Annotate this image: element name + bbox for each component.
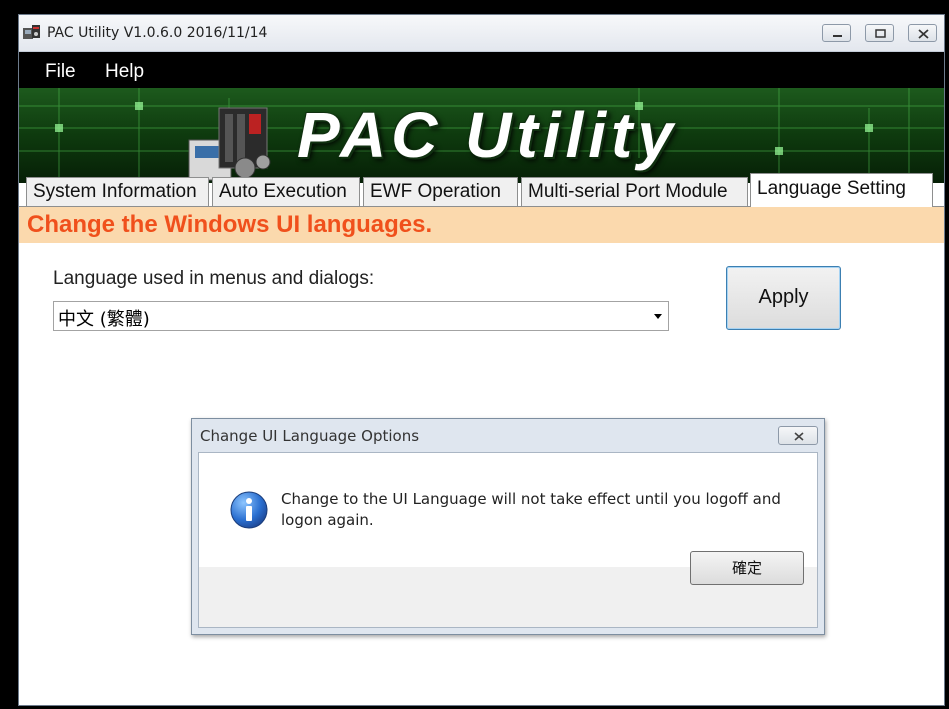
menu-file[interactable]: File [45, 61, 76, 83]
minimize-icon [833, 35, 842, 37]
close-icon [794, 432, 804, 441]
tab-multi-serial-port-module[interactable]: Multi-serial Port Module [521, 177, 748, 207]
tab-strip: System Information Auto Execution EWF Op… [19, 173, 944, 207]
language-label: Language used in menus and dialogs: [53, 268, 375, 289]
language-select-value: 中文 (繁體) [58, 309, 150, 330]
dialog-ok-button[interactable]: 確定 [690, 551, 804, 585]
dialog-title: Change UI Language Options [200, 427, 420, 445]
menu-help[interactable]: Help [105, 61, 144, 83]
tab-language-setting[interactable]: Language Setting [750, 173, 933, 207]
dialog-content: Change to the UI Language will not take … [199, 453, 817, 567]
close-button[interactable] [908, 24, 937, 42]
tab-system-information[interactable]: System Information [26, 177, 209, 207]
tab-auto-execution[interactable]: Auto Execution [212, 177, 360, 207]
change-ui-language-dialog: Change UI Language Options Change to the… [191, 418, 825, 635]
dialog-close-button[interactable] [778, 426, 818, 445]
maximize-button[interactable] [865, 24, 894, 42]
apply-button[interactable]: Apply [726, 266, 841, 330]
maximize-icon [875, 29, 886, 38]
window-title: PAC Utility V1.0.6.0 2016/11/14 [47, 25, 268, 41]
language-select[interactable]: 中文 (繁體) [53, 301, 669, 331]
title-bar[interactable]: PAC Utility V1.0.6.0 2016/11/14 [19, 15, 944, 52]
dialog-body: Change to the UI Language will not take … [198, 452, 818, 628]
page-heading: Change the Windows UI languages. [27, 211, 433, 238]
menu-bar: File Help [19, 52, 944, 88]
close-icon [918, 29, 929, 39]
tab-ewf-operation[interactable]: EWF Operation [363, 177, 518, 207]
dialog-message: Change to the UI Language will not take … [281, 490, 781, 529]
pac-utility-window: PAC Utility V1.0.6.0 2016/11/14 File Hel… [18, 14, 945, 706]
chevron-down-icon[interactable] [654, 314, 662, 319]
pac-utility-banner: PAC Utility [19, 88, 944, 183]
page-heading-bar: Change the Windows UI languages. [19, 207, 944, 243]
info-icon [229, 490, 269, 530]
pac-app-icon [23, 24, 41, 40]
banner-title: PAC Utility [297, 99, 678, 171]
minimize-button[interactable] [822, 24, 851, 42]
